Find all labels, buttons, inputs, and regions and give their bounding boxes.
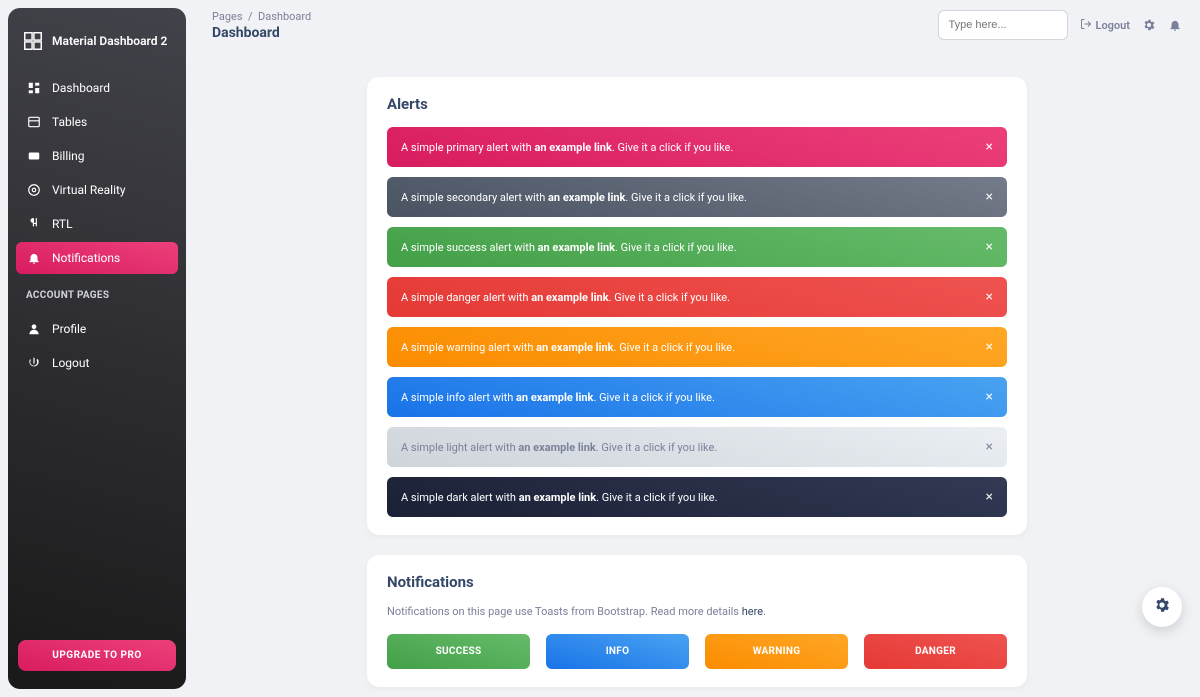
top-actions: Logout: [938, 10, 1183, 40]
sidebar-item-tables[interactable]: Tables: [16, 106, 178, 138]
breadcrumb-sep: /: [245, 10, 258, 23]
close-icon[interactable]: ×: [986, 289, 993, 305]
topbar: Pages / Dashboard Dashboard Logout: [212, 10, 1182, 41]
close-icon[interactable]: ×: [986, 489, 993, 505]
alert-link[interactable]: an example link: [548, 191, 625, 204]
notifications-title: Notifications: [387, 573, 1007, 591]
alert-text: A simple dark alert with an example link…: [401, 491, 718, 504]
alert-link[interactable]: an example link: [518, 441, 595, 454]
settings-fab[interactable]: [1142, 587, 1182, 627]
bell-icon[interactable]: [1168, 18, 1182, 32]
breadcrumb: Pages / Dashboard: [212, 10, 311, 23]
sidebar-item-vr[interactable]: Virtual Reality: [16, 174, 178, 206]
alert-light: A simple light alert with an example lin…: [387, 427, 1007, 467]
alert-text: A simple success alert with an example l…: [401, 241, 737, 254]
brand-icon: [22, 30, 44, 52]
sidebar-item-label: Virtual Reality: [52, 183, 126, 197]
table-icon: [26, 114, 42, 130]
sidebar-item-label: Tables: [52, 115, 87, 129]
alert-text: A simple primary alert with an example l…: [401, 141, 733, 154]
main: Pages / Dashboard Dashboard Logout: [194, 0, 1200, 697]
sidebar-item-label: Dashboard: [52, 81, 110, 95]
alert-link[interactable]: an example link: [531, 291, 608, 304]
logout-icon: [26, 355, 42, 371]
notifications-sub-link[interactable]: here: [742, 605, 763, 618]
alert-link[interactable]: an example link: [519, 491, 596, 504]
alert-link[interactable]: an example link: [534, 141, 611, 154]
alerts-title: Alerts: [387, 95, 1007, 113]
alert-text: A simple info alert with an example link…: [401, 391, 715, 404]
sidebar-item-label: Logout: [52, 356, 89, 370]
sidebar-item-dashboard[interactable]: Dashboard: [16, 72, 178, 104]
bell-icon: [26, 250, 42, 266]
alert-link[interactable]: an example link: [516, 391, 593, 404]
alert-text: A simple warning alert with an example l…: [401, 341, 735, 354]
sidebar-item-label: RTL: [52, 217, 73, 231]
alert-link[interactable]: an example link: [538, 241, 615, 254]
rtl-icon: [26, 216, 42, 232]
logout-link[interactable]: Logout: [1080, 18, 1131, 33]
dashboard-icon: [26, 80, 42, 96]
sidebar-item-profile[interactable]: Profile: [16, 313, 178, 345]
alert-link[interactable]: an example link: [536, 341, 613, 354]
close-icon[interactable]: ×: [986, 189, 993, 205]
notifications-card: Notifications Notifications on this page…: [367, 555, 1027, 687]
notification-button-success[interactable]: SUCCESS: [387, 634, 530, 669]
sidebar-item-logout[interactable]: Logout: [16, 347, 178, 379]
sidebar-section-label: ACCOUNT PAGES: [8, 280, 186, 307]
alerts-card: Alerts A simple primary alert with an ex…: [367, 77, 1027, 535]
sidebar-item-rtl[interactable]: RTL: [16, 208, 178, 240]
close-icon[interactable]: ×: [986, 339, 993, 355]
sidebar-item-label: Profile: [52, 322, 86, 336]
logout-label: Logout: [1096, 19, 1131, 32]
alert-dark: A simple dark alert with an example link…: [387, 477, 1007, 517]
account-nav-list: Profile Logout: [8, 307, 186, 385]
notification-button-warning[interactable]: WARNING: [705, 634, 848, 669]
search-input[interactable]: [938, 10, 1068, 40]
close-icon[interactable]: ×: [986, 139, 993, 155]
notification-button-danger[interactable]: DANGER: [864, 634, 1007, 669]
notifications-subtitle: Notifications on this page use Toasts fr…: [387, 605, 1007, 618]
alert-text: A simple danger alert with an example li…: [401, 291, 730, 304]
brand-name: Material Dashboard 2: [52, 34, 167, 48]
signout-icon: [1080, 18, 1092, 33]
gear-icon: [1153, 596, 1171, 618]
page-title: Dashboard: [212, 25, 311, 41]
brand[interactable]: Material Dashboard 2: [8, 20, 186, 66]
alert-info: A simple info alert with an example link…: [387, 377, 1007, 417]
close-icon[interactable]: ×: [986, 239, 993, 255]
sidebar-item-billing[interactable]: Billing: [16, 140, 178, 172]
sidebar-item-notifications[interactable]: Notifications: [16, 242, 178, 274]
billing-icon: [26, 148, 42, 164]
breadcrumb-current: Dashboard: [258, 10, 311, 23]
gear-icon[interactable]: [1142, 18, 1156, 32]
sidebar-item-label: Notifications: [52, 251, 120, 265]
alert-secondary: A simple secondary alert with an example…: [387, 177, 1007, 217]
vr-icon: [26, 182, 42, 198]
breadcrumb-root[interactable]: Pages: [212, 10, 243, 23]
close-icon[interactable]: ×: [986, 389, 993, 405]
notification-button-info[interactable]: INFO: [546, 634, 689, 669]
alert-text: A simple secondary alert with an example…: [401, 191, 747, 204]
nav-list: Dashboard Tables Billing Virtual Reality: [8, 66, 186, 280]
alert-primary: A simple primary alert with an example l…: [387, 127, 1007, 167]
alert-danger: A simple danger alert with an example li…: [387, 277, 1007, 317]
sidebar: Material Dashboard 2 Dashboard Tables Bi…: [8, 8, 186, 689]
close-icon[interactable]: ×: [986, 439, 993, 455]
sidebar-item-label: Billing: [52, 149, 85, 163]
user-icon: [26, 321, 42, 337]
alert-warning: A simple warning alert with an example l…: [387, 327, 1007, 367]
alert-text: A simple light alert with an example lin…: [401, 441, 717, 454]
alert-success: A simple success alert with an example l…: [387, 227, 1007, 267]
